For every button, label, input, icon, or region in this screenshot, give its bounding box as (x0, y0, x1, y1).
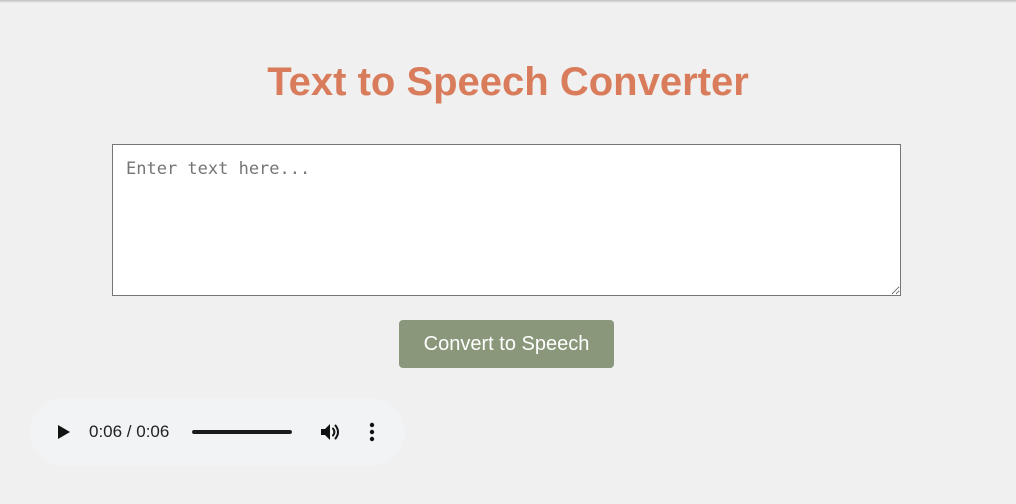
play-button[interactable] (54, 422, 74, 442)
time-display: 0:06 / 0:06 (89, 422, 170, 441)
seek-progress (192, 430, 292, 434)
seek-bar[interactable] (192, 430, 292, 434)
audio-player: 0:06 / 0:06 (30, 398, 405, 466)
volume-icon (321, 424, 339, 440)
play-icon (58, 425, 70, 439)
convert-to-speech-button[interactable]: Convert to Speech (399, 320, 614, 368)
more-options-button[interactable] (363, 421, 381, 443)
more-vertical-icon (369, 422, 375, 442)
volume-button[interactable] (319, 421, 343, 443)
page-title: Text to Speech Converter (267, 60, 749, 104)
top-shadow (0, 0, 1016, 3)
text-input[interactable] (112, 144, 901, 296)
